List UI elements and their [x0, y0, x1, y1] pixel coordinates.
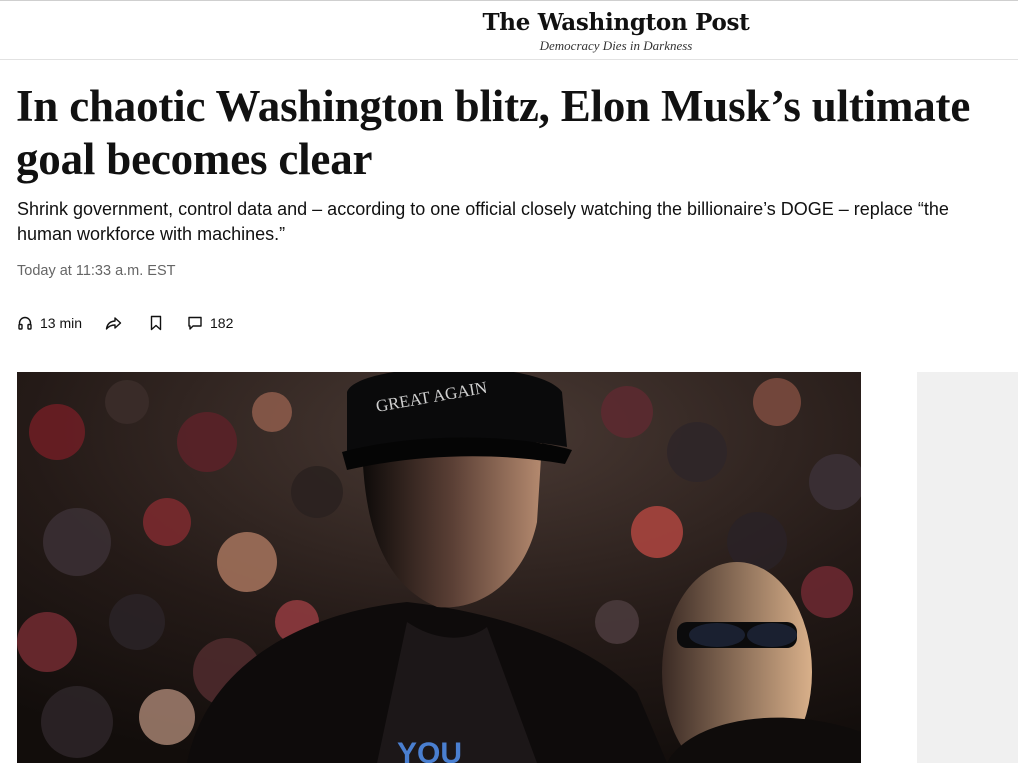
listen-duration: 13 min: [40, 315, 83, 331]
hero-photo-illustration: GREAT AGAIN YOU: [17, 372, 861, 763]
share-button[interactable]: [105, 312, 149, 334]
comment-count: 182: [210, 315, 234, 331]
site-logo[interactable]: The Washington Post: [460, 9, 772, 36]
bookmark-icon: [149, 315, 163, 331]
headphones-icon: [17, 315, 33, 331]
comment-icon: [187, 315, 203, 331]
save-button[interactable]: [149, 312, 187, 334]
shirt-text: YOU: [397, 737, 462, 763]
article-headline: In chaotic Washington blitz, Elon Musk’s…: [16, 81, 971, 184]
article-action-bar: 13 min 182: [17, 312, 247, 334]
share-arrow-icon: [105, 315, 122, 331]
hero-photo: GREAT AGAIN YOU: [17, 372, 861, 763]
article-dek: Shrink government, control data and – ac…: [17, 199, 949, 244]
advertisement-slot: [917, 372, 1018, 763]
comments-button[interactable]: 182: [187, 312, 247, 334]
site-tagline: Democracy Dies in Darkness: [539, 38, 693, 53]
masthead: The Washington Post Democracy Dies in Da…: [0, 1, 1018, 60]
listen-button[interactable]: 13 min: [17, 312, 105, 334]
article-timestamp: Today at 11:33 a.m. EST: [17, 263, 176, 279]
